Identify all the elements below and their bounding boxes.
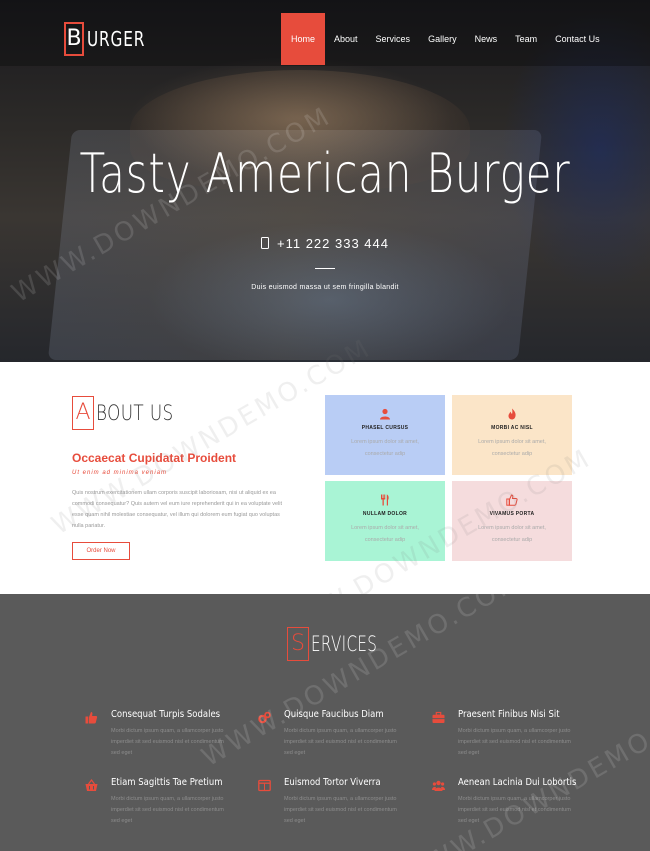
service-text: Morbi dictum ipsum quam, a ullamcorper j…	[284, 796, 397, 824]
nav-item-news[interactable]: News	[466, 13, 507, 65]
nav-item-home[interactable]: Home	[281, 13, 326, 65]
service-item: Praesent Finibus Nisi Sit Morbi dictum i…	[432, 709, 602, 759]
nav-item-about[interactable]: About	[325, 13, 367, 65]
service-item: Aenean Lacinia Dui Lobortis Morbi dictum…	[432, 777, 602, 827]
service-item: Quisque Faucibus Diam Morbi dictum ipsum…	[258, 709, 428, 759]
window-icon	[258, 779, 271, 792]
service-item: Euismod Tortor Viverra Morbi dictum ipsu…	[258, 777, 428, 827]
nav-item-services[interactable]: Services	[367, 13, 420, 65]
main-nav: Home About Services Gallery News Team Co…	[281, 13, 609, 65]
about-subtitle: Ut enim ad minima veniam	[72, 470, 168, 476]
briefcase-icon	[432, 711, 445, 723]
hero-phone-number: +11 222 333 444	[277, 236, 389, 251]
feature-tile: NULLAM DOLOR Lorem ipsum dolor sit amet,…	[325, 481, 445, 561]
service-title: Quisque Faucibus Diam	[284, 709, 384, 720]
feature-title: MORBI AC NISL	[491, 425, 533, 431]
services-section: S ERVICES Consequat Turpis Sodales Morbi…	[0, 565, 650, 851]
hero-subtitle: Duis euismod massa ut sem fringilla blan…	[251, 284, 399, 291]
feature-title: PHASEL CURSUS	[361, 425, 409, 431]
feature-title: VIVAMUS PORTA	[489, 511, 535, 517]
service-title: Consequat Turpis Sodales	[111, 709, 221, 720]
feature-title: NULLAM DOLOR	[362, 511, 408, 517]
phone-icon	[261, 237, 269, 249]
about-title: Occaecat Cupidatat Proident	[72, 451, 237, 465]
thumbs-up-icon	[506, 494, 518, 506]
feature-text: Lorem ipsum dolor sit amet, consectetur …	[351, 439, 419, 457]
about-body-text: Quis nostrum exercitationem ullam corpor…	[72, 490, 283, 529]
about-heading-letter: A	[72, 396, 94, 430]
basket-icon	[85, 779, 98, 791]
nav-item-contact[interactable]: Contact Us	[546, 13, 609, 65]
order-now-button[interactable]: Order Now	[72, 542, 130, 560]
nav-item-team[interactable]: Team	[506, 13, 546, 65]
fire-icon	[508, 408, 516, 420]
group-icon	[432, 780, 445, 791]
services-heading-text: ERVICES	[311, 632, 378, 656]
service-item: Etiam Sagittis Tae Pretium Morbi dictum …	[85, 777, 255, 827]
service-item: Consequat Turpis Sodales Morbi dictum ip…	[85, 709, 255, 759]
about-heading-text: BOUT US	[96, 401, 174, 425]
about-section: A BOUT US Occaecat Cupidatat Proident Ut…	[0, 333, 650, 651]
service-title: Etiam Sagittis Tae Pretium	[111, 777, 223, 788]
services-heading-letter: S	[287, 627, 309, 661]
logo-letter: B	[64, 22, 84, 56]
logo-text: URGER	[87, 27, 146, 51]
feature-text: Lorem ipsum dolor sit amet, consectetur …	[351, 525, 419, 543]
feature-tile: MORBI AC NISL Lorem ipsum dolor sit amet…	[452, 395, 572, 475]
cutlery-icon	[381, 494, 389, 506]
nav-item-gallery[interactable]: Gallery	[419, 13, 466, 65]
service-text: Morbi dictum ipsum quam, a ullamcorper j…	[458, 728, 571, 756]
feature-tile: VIVAMUS PORTA Lorem ipsum dolor sit amet…	[452, 481, 572, 561]
header-bar: B URGER Home About Services Gallery News…	[0, 0, 650, 66]
feature-tile: PHASEL CURSUS Lorem ipsum dolor sit amet…	[325, 395, 445, 475]
hero-divider	[315, 268, 335, 269]
gears-icon	[258, 711, 271, 724]
service-title: Praesent Finibus Nisi Sit	[458, 709, 560, 720]
user-icon	[380, 408, 390, 420]
feature-text: Lorem ipsum dolor sit amet, consectetur …	[478, 525, 546, 543]
service-text: Morbi dictum ipsum quam, a ullamcorper j…	[284, 728, 397, 756]
service-text: Morbi dictum ipsum quam, a ullamcorper j…	[111, 796, 224, 824]
thumbs-up-icon	[85, 712, 98, 724]
brand-logo[interactable]: B URGER	[64, 22, 156, 56]
services-heading: S ERVICES	[287, 627, 403, 661]
hero-banner: B URGER Home About Services Gallery News…	[0, 0, 650, 362]
hero-phone: +11 222 333 444	[0, 236, 650, 251]
service-text: Morbi dictum ipsum quam, a ullamcorper j…	[111, 728, 224, 756]
feature-text: Lorem ipsum dolor sit amet, consectetur …	[478, 439, 546, 457]
service-text: Morbi dictum ipsum quam, a ullamcorper j…	[458, 796, 571, 824]
hero-title: Tasty American Burger	[79, 142, 571, 205]
service-title: Aenean Lacinia Dui Lobortis	[458, 777, 577, 788]
service-title: Euismod Tortor Viverra	[284, 777, 381, 788]
about-heading: A BOUT US	[72, 396, 193, 430]
